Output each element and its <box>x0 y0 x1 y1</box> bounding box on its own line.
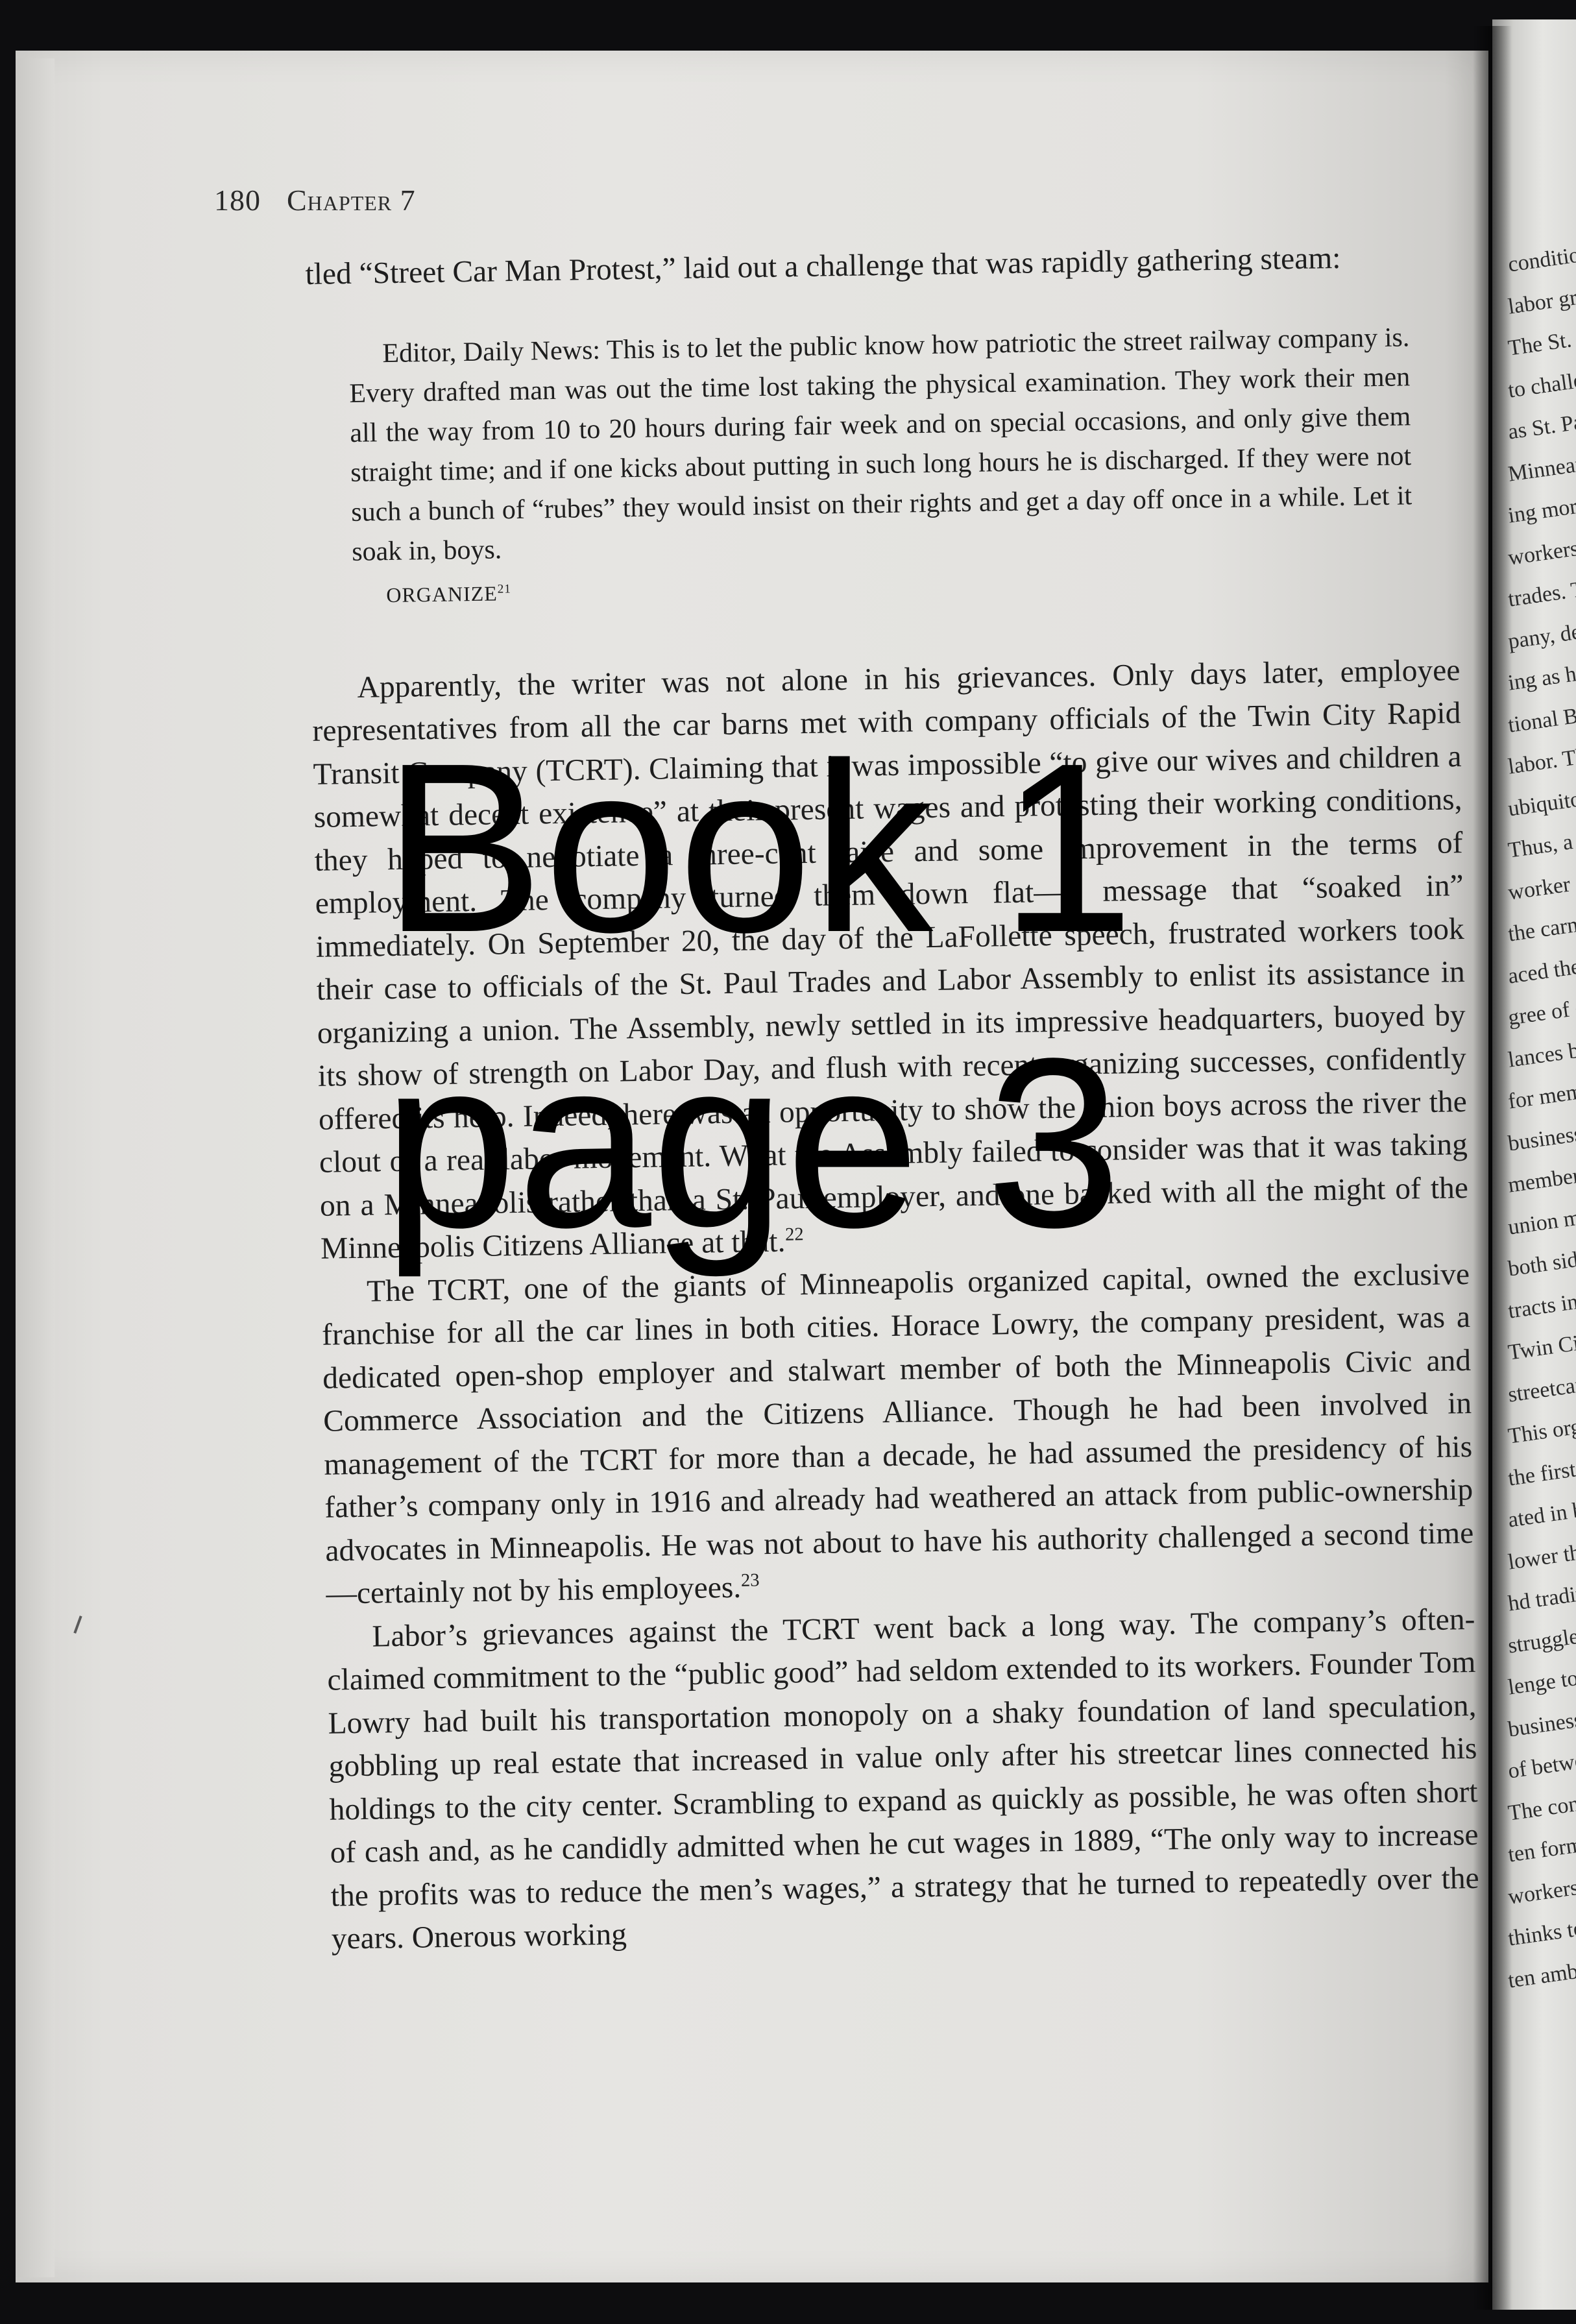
facing-page-line: thinks to c <box>1507 1914 1576 1951</box>
facing-page-line: membersh <box>1507 1161 1576 1198</box>
facing-page-line: of betwee <box>1507 1747 1576 1784</box>
block-quote: Editor, Daily News: This is to let the p… <box>348 318 1414 616</box>
facing-page-line: Minneapolis <box>1507 446 1576 487</box>
facing-page-line: workers. Th <box>1507 531 1576 570</box>
facing-page-line: ated in b <box>1507 1497 1576 1532</box>
paragraph-3: Labor’s grievances against the TCRT went… <box>327 1602 1479 1956</box>
paragraph-2: The TCRT, one of the giants of Minneapol… <box>321 1253 1475 1616</box>
facing-page-line: tional Buil <box>1507 700 1576 738</box>
facing-page-line: lower tha <box>1507 1538 1576 1575</box>
facing-page-line: both sides <box>1507 1244 1576 1281</box>
overlay-label-book: Book 1 <box>383 712 1135 982</box>
overlay-label-page: page 3 <box>383 1008 1121 1277</box>
page-edge <box>16 58 55 2277</box>
chapter-title: Chapter 7 <box>287 184 416 217</box>
facing-page-line: worker soli <box>1507 867 1576 905</box>
facing-page-line: gree of coo <box>1507 992 1576 1030</box>
facing-page-line: business c <box>1507 1705 1576 1742</box>
signature-text: ORGANIZE <box>386 581 498 607</box>
footnote-ref-21: 21 <box>497 581 512 596</box>
facing-page-line: as St. Paul's <box>1507 405 1576 444</box>
facing-page-line: Thus, a <box>1507 830 1575 863</box>
facing-page-line: tracts in M <box>1507 1286 1576 1324</box>
gutter-shadow <box>1473 26 1512 2310</box>
facing-page-line: conditions o <box>1507 238 1576 277</box>
paragraph-2-text: The TCRT, one of the giants of Minneapol… <box>321 1257 1474 1611</box>
quote-text: Editor, Daily News: This is to let the p… <box>349 322 1412 567</box>
facing-page-line: lenge to sh <box>1507 1662 1576 1700</box>
facing-page-line: trades. Two <box>1507 574 1576 612</box>
facing-page-line: streetcar c <box>1507 1370 1576 1407</box>
facing-page-line: workers o <box>1507 1873 1576 1909</box>
facing-page-line: the first tin <box>1507 1453 1576 1491</box>
facing-page-line: ubiquitous <box>1507 784 1576 821</box>
facing-page-line: union mem <box>1507 1202 1576 1240</box>
facing-page-line: hd traditi <box>1507 1580 1576 1616</box>
facing-page-line: aced them. <box>1507 951 1576 989</box>
facing-page-line: ten ambi <box>1507 1958 1576 1993</box>
facing-page-line: pany, devel <box>1507 615 1576 654</box>
page-number: 180 <box>214 184 261 217</box>
facing-page-line: Twin Citie <box>1507 1327 1576 1365</box>
facing-page-line: the carmen <box>1507 909 1576 947</box>
facing-page-line: ten forma <box>1507 1831 1576 1867</box>
facing-page-line: ing as his o <box>1507 658 1576 696</box>
footnote-ref-23: 23 <box>740 1570 760 1591</box>
running-header: 180 Chapter 7 <box>214 183 416 217</box>
facing-page-line: labor grievan <box>1507 278 1576 319</box>
facing-page-line: The con <box>1507 1791 1576 1826</box>
facing-page-line: labor. The l <box>1507 741 1576 779</box>
facing-page-line: The St. P <box>1507 326 1576 361</box>
facing-page-line: to challenge <box>1507 363 1576 403</box>
facing-page-line: business. A <box>1507 1118 1576 1156</box>
facing-page-line: This org <box>1507 1414 1576 1449</box>
facing-page-line: for membe <box>1507 1076 1576 1114</box>
facing-page-line: struggle. T <box>1507 1621 1576 1658</box>
facing-page-line: lances betw <box>1507 1034 1576 1072</box>
facing-page-line: ing more th <box>1507 490 1576 528</box>
